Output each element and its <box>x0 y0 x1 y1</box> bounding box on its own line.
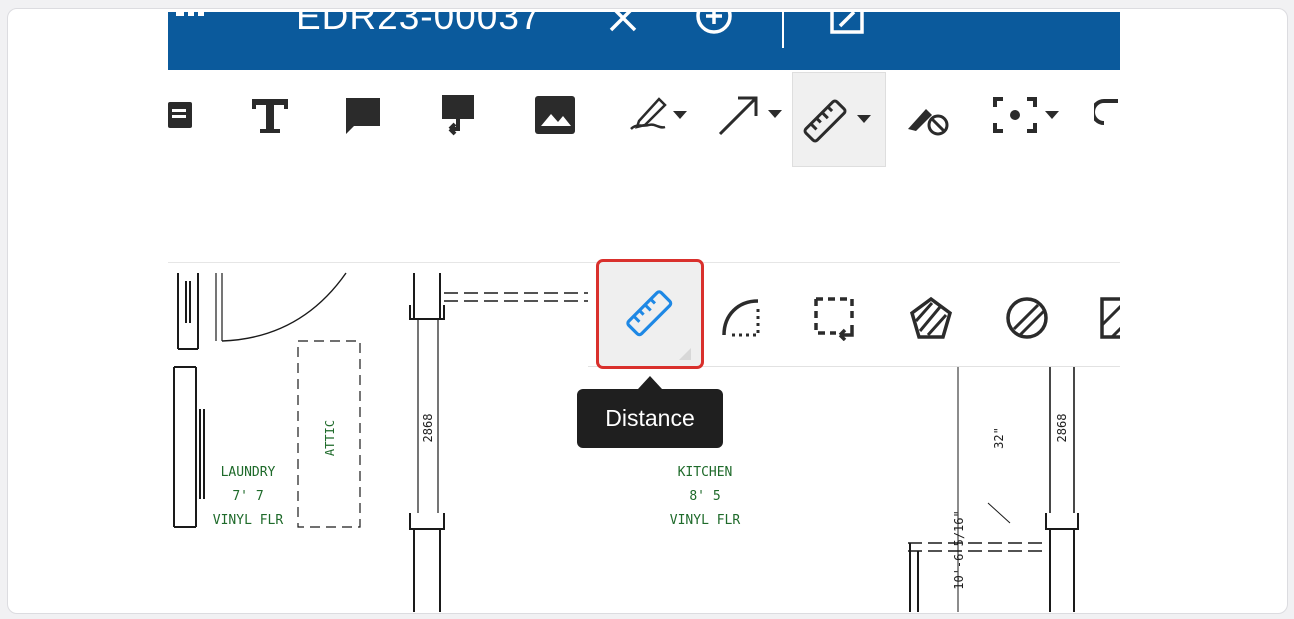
external-edit-icon[interactable] <box>828 12 868 36</box>
door-label-left: 2868 <box>421 413 435 443</box>
room-floor: VINYL FLR <box>669 513 741 528</box>
title-bar: EDR23-00037 <box>168 12 1120 70</box>
note-icon <box>168 102 192 128</box>
arc-icon <box>722 299 760 337</box>
tool-comment[interactable] <box>333 90 393 140</box>
tool-snapshot[interactable] <box>990 90 1064 140</box>
subtool-polygon[interactable] <box>886 270 976 366</box>
room-label-laundry: LAUNDRY 7' 7 VINYL FLR <box>208 461 288 533</box>
tool-note[interactable] <box>168 90 198 140</box>
subtool-circle[interactable] <box>982 270 1072 366</box>
tool-text[interactable] <box>240 90 300 140</box>
title-divider <box>782 12 784 48</box>
dimension-label-width: 10'-6 5/16" <box>952 510 966 590</box>
document-id: EDR23-00037 <box>296 12 542 37</box>
tool-image[interactable] <box>525 90 585 140</box>
door-label-right: 2868 <box>1055 413 1069 443</box>
room-name: KITCHEN <box>677 465 733 480</box>
tool-signature[interactable] <box>623 90 693 140</box>
annotation-toolbar <box>168 70 1120 170</box>
distance-icon <box>626 290 691 360</box>
room-floor: VINYL FLR <box>212 513 284 528</box>
snapshot-icon <box>993 97 1059 133</box>
room-size: 8' 5 <box>689 489 721 504</box>
room-label-kitchen: KITCHEN 8' 5 VINYL FLR <box>658 461 752 533</box>
undo-icon <box>1094 99 1118 125</box>
rectangle-hatch-icon <box>1100 297 1120 339</box>
close-icon[interactable] <box>608 12 638 34</box>
tool-measure[interactable] <box>792 72 886 167</box>
distance-tooltip: Distance <box>577 389 723 448</box>
callout-icon <box>442 95 474 136</box>
signature-icon <box>630 97 687 130</box>
app-logo-icon <box>176 12 204 16</box>
tool-callout[interactable] <box>428 90 488 140</box>
distance-tool-highlight[interactable] <box>596 259 704 369</box>
measure-icon <box>803 99 871 142</box>
area-select-icon <box>814 297 854 341</box>
circle-hatch-icon <box>1006 297 1048 339</box>
comment-icon <box>346 98 380 134</box>
tooltip-arrow <box>638 376 662 389</box>
eraser-icon <box>908 109 949 136</box>
room-size: 7' 7 <box>232 489 264 504</box>
room-name: LAUNDRY <box>220 465 276 480</box>
subtool-arc[interactable] <box>696 270 786 366</box>
tool-arrow[interactable] <box>716 90 788 140</box>
text-icon <box>252 99 288 133</box>
image-icon <box>535 96 575 134</box>
tool-eraser[interactable] <box>898 90 958 140</box>
polygon-hatch-icon <box>909 296 953 339</box>
subtool-rectangle[interactable] <box>1076 270 1120 366</box>
add-circle-icon[interactable] <box>694 12 734 36</box>
tool-undo[interactable] <box>1094 90 1120 140</box>
arrow-icon <box>718 96 782 136</box>
subtool-area-select[interactable] <box>790 270 880 366</box>
dimension-label-32: 32" <box>992 427 1006 449</box>
attic-label: ATTIC <box>323 419 337 457</box>
